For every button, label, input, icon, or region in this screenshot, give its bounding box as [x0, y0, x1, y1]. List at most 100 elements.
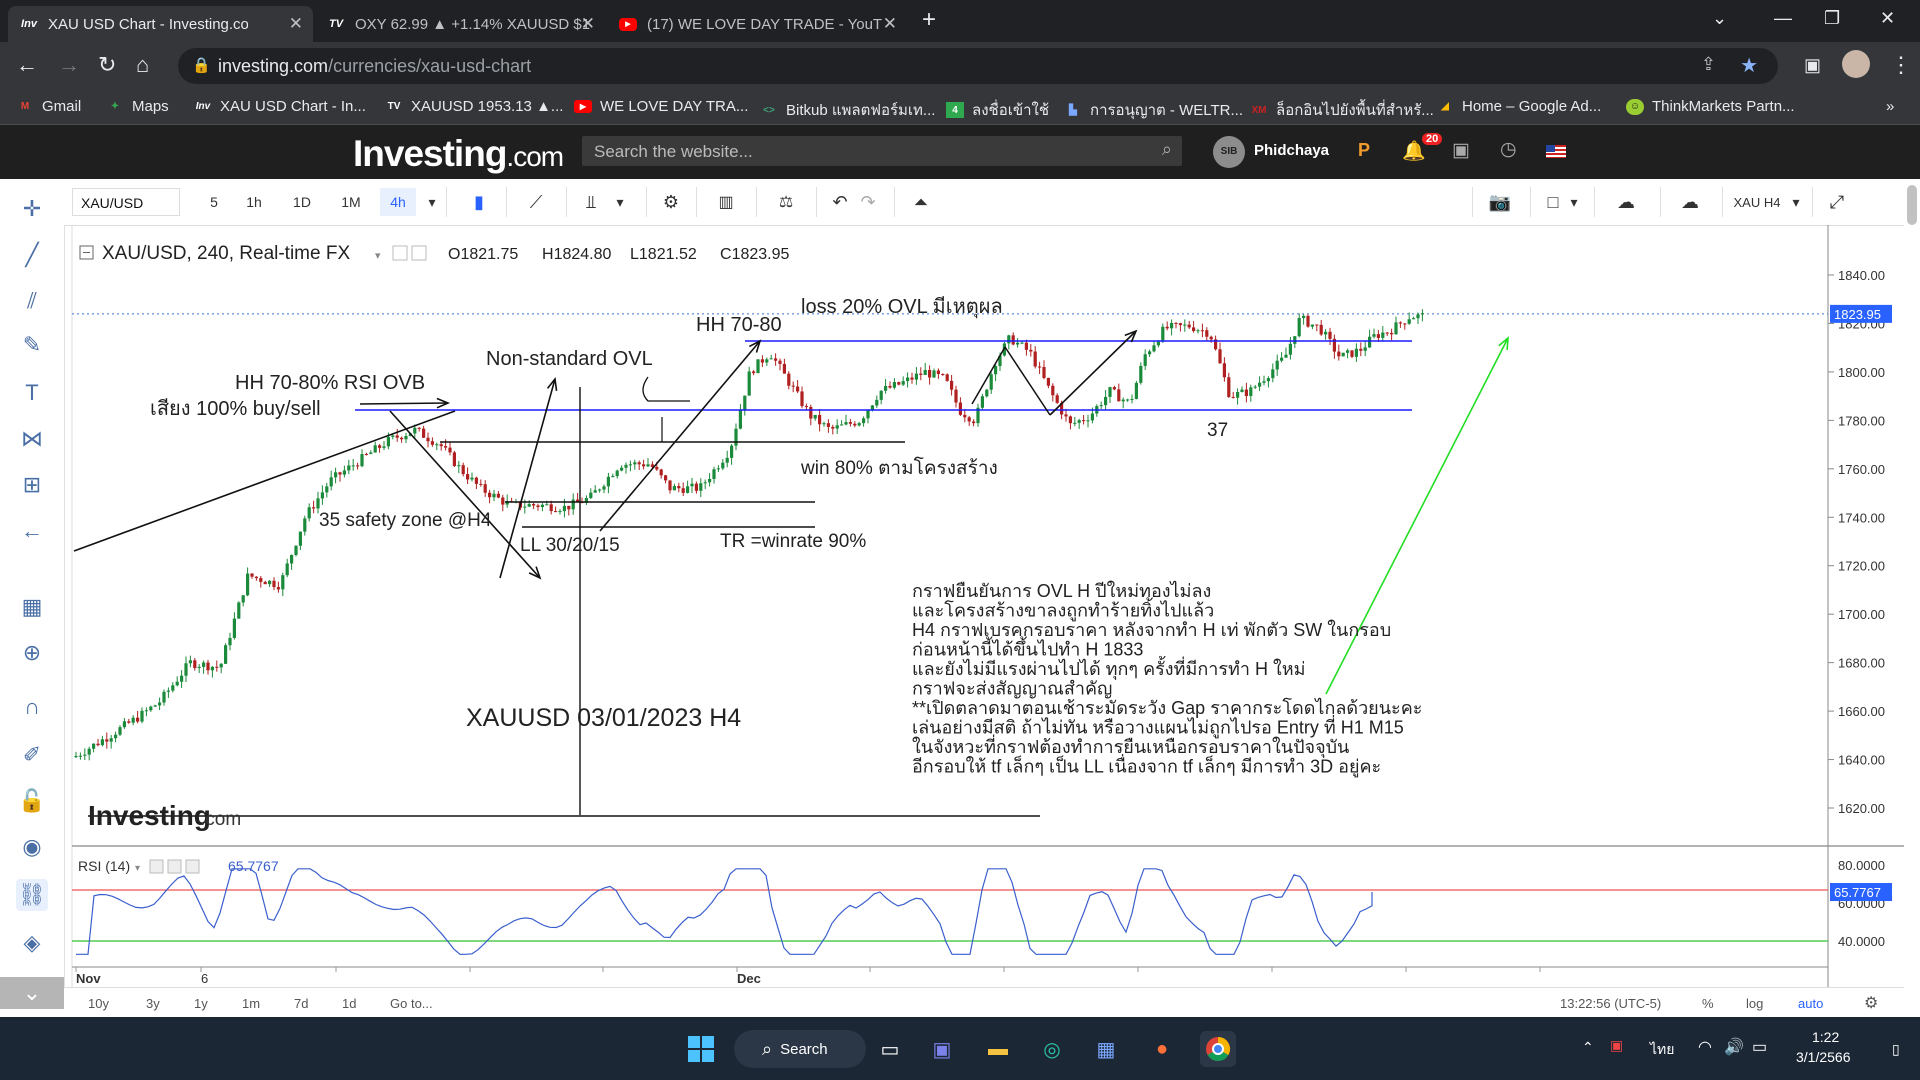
- bookmark-youtube[interactable]: ▶ WE LOVE DAY TRA...: [574, 98, 748, 115]
- candle-body: [1077, 420, 1081, 423]
- tray-overflow-icon[interactable]: ⌃: [1582, 1039, 1594, 1056]
- bookmark-investing[interactable]: Inv XAU USD Chart - In...: [194, 98, 366, 115]
- clock-readout[interactable]: 13:22:56 (UTC-5): [1560, 996, 1661, 1011]
- task-view-icon[interactable]: ▭: [872, 1031, 908, 1067]
- profile-avatar[interactable]: [1842, 50, 1870, 78]
- google-ads-icon: ◢: [1441, 101, 1449, 112]
- bookmark-google-ads[interactable]: ◢ Home – Google Ad...: [1436, 98, 1601, 115]
- investing-logo[interactable]: Investing.com: [353, 133, 564, 175]
- forward-icon[interactable]: →: [58, 52, 80, 78]
- bookmark-bitkub[interactable]: <> Bitkub แพลตฟอร์มเท...: [760, 98, 935, 122]
- bookmark-xm[interactable]: XM ล็อกอินไปยังพื้นที่สำหรั...: [1250, 98, 1434, 122]
- chart-settings-gear-icon[interactable]: ⚙: [1864, 993, 1878, 1013]
- range-10y[interactable]: 10y: [88, 996, 109, 1011]
- reload-icon[interactable]: ↻: [98, 52, 116, 78]
- candle-body: [677, 486, 681, 489]
- battery-icon[interactable]: ▭: [1752, 1037, 1767, 1057]
- edge-icon[interactable]: ◎: [1034, 1031, 1070, 1067]
- candle-body: [1253, 386, 1257, 388]
- rsi-remove-icon[interactable]: [185, 859, 200, 874]
- go-to-button[interactable]: Go to...: [390, 996, 433, 1011]
- scrollbar-thumb[interactable]: [1907, 185, 1917, 225]
- range-3y[interactable]: 3y: [146, 996, 160, 1011]
- chrome-menu-icon[interactable]: ⋮: [1890, 52, 1912, 78]
- bookmark-weltrade[interactable]: ▙ การอนุญาต - WELTR...: [1064, 98, 1243, 122]
- rsi-dropdown-icon[interactable]: ▾: [135, 863, 140, 874]
- tab-investing[interactable]: Inv XAU USD Chart - Investing.com ✕: [8, 6, 313, 42]
- page-scrollbar[interactable]: [1904, 179, 1920, 1017]
- chrome-icon[interactable]: [1200, 1031, 1236, 1067]
- clock-time[interactable]: 1:22: [1812, 1029, 1839, 1045]
- close-tab-icon[interactable]: ✕: [289, 14, 303, 34]
- bookmark-maps[interactable]: ✦ Maps: [106, 98, 169, 115]
- wifi-icon[interactable]: ◠: [1698, 1037, 1712, 1057]
- bookmark-gmail[interactable]: M Gmail: [16, 98, 81, 115]
- candle-body: [664, 475, 668, 481]
- share-icon[interactable]: ⇪: [1701, 54, 1716, 75]
- range-1d[interactable]: 1d: [342, 996, 356, 1011]
- svg-text:H1824.80: H1824.80: [542, 246, 612, 263]
- taskbar-search[interactable]: ⌕ Search: [734, 1030, 866, 1068]
- file-explorer-icon[interactable]: ▬: [980, 1031, 1016, 1067]
- tray-app-icon[interactable]: ▣: [1610, 1037, 1623, 1054]
- maximize-icon[interactable]: ❐: [1824, 8, 1840, 29]
- auto-toggle[interactable]: auto: [1798, 996, 1823, 1011]
- close-tab-icon[interactable]: ✕: [883, 14, 897, 34]
- clock-date[interactable]: 3/1/2566: [1796, 1049, 1851, 1065]
- candle-body: [716, 468, 720, 470]
- candle-body: [228, 637, 232, 646]
- range-1m[interactable]: 1m: [242, 996, 260, 1011]
- volume-icon[interactable]: 🔊: [1724, 1037, 1744, 1057]
- candle-body: [892, 382, 896, 388]
- bookmark-label: XAUUSD 1953.13 ▲...: [411, 98, 564, 115]
- minimize-icon[interactable]: —: [1774, 8, 1792, 29]
- legend-dropdown-icon[interactable]: ▾: [375, 250, 381, 262]
- store-icon[interactable]: ▦: [1088, 1031, 1124, 1067]
- tab-title: (17) WE LOVE DAY TRADE - YouT: [647, 15, 882, 33]
- firefox-icon[interactable]: ●: [1144, 1031, 1180, 1067]
- notifications-icon[interactable]: ▯: [1892, 1041, 1900, 1058]
- input-language[interactable]: ไทย: [1650, 1039, 1674, 1061]
- legend-hide-icon[interactable]: [411, 245, 427, 261]
- home-icon[interactable]: ⌂: [136, 52, 149, 78]
- us-flag-icon[interactable]: [1546, 145, 1566, 158]
- tab-search-icon[interactable]: ⌄: [1712, 8, 1727, 29]
- price-chart[interactable]: 1840.001820.001800.001780.001760.001740.…: [0, 179, 1904, 987]
- teams-icon[interactable]: ▣: [924, 1031, 960, 1067]
- avatar[interactable]: SIB: [1213, 136, 1245, 168]
- candle-body: [461, 465, 465, 475]
- bookmarks-overflow-button[interactable]: »: [1886, 98, 1894, 115]
- rsi-settings-icon[interactable]: [149, 859, 164, 874]
- clock-icon[interactable]: ◷: [1500, 138, 1517, 161]
- range-1y[interactable]: 1y: [194, 996, 208, 1011]
- range-7d[interactable]: 7d: [294, 996, 308, 1011]
- search-icon[interactable]: ⌕: [1162, 139, 1172, 160]
- portfolio-icon[interactable]: ▣: [1452, 139, 1470, 162]
- tab-tradingview[interactable]: TV OXY 62.99 ▲ +1.14% XAUUSD $1 ✕: [315, 6, 605, 42]
- close-tab-icon[interactable]: ✕: [581, 14, 595, 34]
- bell-icon[interactable]: 🔔: [1402, 139, 1426, 163]
- lock-icon[interactable]: 🔒: [192, 56, 211, 74]
- address-bar[interactable]: 🔒 investing.com/currencies/xau-usd-chart…: [178, 48, 1778, 84]
- bookmark-tradingview[interactable]: TV XAUUSD 1953.13 ▲...: [385, 98, 564, 115]
- percent-toggle[interactable]: %: [1702, 996, 1714, 1011]
- close-window-icon[interactable]: ✕: [1880, 8, 1895, 29]
- site-search-input[interactable]: [592, 140, 1136, 164]
- bookmark-thinkmarkets[interactable]: ☺ ThinkMarkets Partn...: [1626, 98, 1795, 115]
- side-panel-icon[interactable]: ▣: [1804, 55, 1821, 76]
- new-tab-button[interactable]: +: [922, 6, 936, 34]
- tab-youtube[interactable]: ▶ (17) WE LOVE DAY TRADE - YouT ✕: [607, 6, 907, 42]
- legend-settings-icon[interactable]: [392, 245, 408, 261]
- pro-icon[interactable]: P: [1358, 140, 1370, 161]
- log-toggle[interactable]: log: [1746, 996, 1763, 1011]
- candle-body: [532, 504, 536, 506]
- candle-body: [1024, 342, 1028, 350]
- candle-body: [259, 578, 263, 582]
- windows-start-icon[interactable]: [683, 1031, 719, 1067]
- rsi-visibility-icon[interactable]: [167, 859, 182, 874]
- bookmark-star-icon[interactable]: ★: [1740, 53, 1758, 78]
- user-name[interactable]: Phidchaya: [1254, 142, 1329, 159]
- bookmark-login[interactable]: 4 ลงชื่อเข้าใช้: [946, 98, 1049, 122]
- back-icon[interactable]: ←: [16, 52, 38, 78]
- price-tick-label: 1620.00: [1838, 801, 1885, 816]
